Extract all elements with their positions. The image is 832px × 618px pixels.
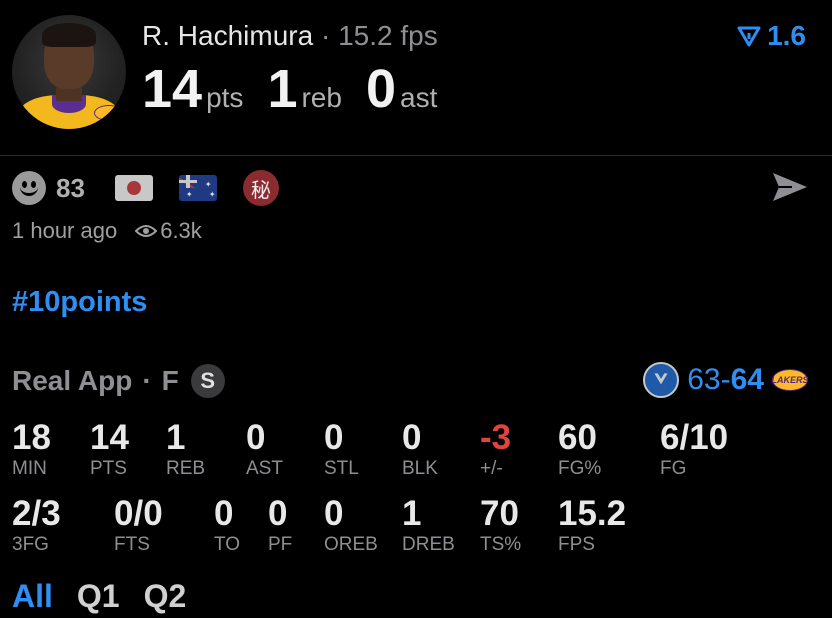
player-avatar[interactable] (12, 15, 126, 129)
source-name[interactable]: Real App (12, 365, 132, 397)
period-tabs: All Q1 Q2 (12, 578, 186, 615)
stat-stl: 0 STL (324, 420, 359, 480)
headline-stats: 14 pts 1 reb 0 ast (142, 58, 461, 120)
secret-badge-icon[interactable]: 秘 (242, 170, 279, 206)
tab-q1[interactable]: Q1 (77, 578, 120, 615)
player-name-line: R. Hachimura · 15.2 fps (142, 20, 438, 52)
s-badge[interactable]: S (190, 364, 225, 398)
pts-value: 14 (142, 59, 203, 119)
stat-label: 3FG (12, 534, 49, 555)
hashtag-link[interactable]: #10points (12, 286, 147, 319)
stat-label: +/- (480, 458, 503, 479)
pts-label: pts (206, 82, 244, 113)
player-fps: 15.2 fps (338, 20, 438, 51)
stat-label: OREB (324, 534, 378, 555)
stat-value: 14 (90, 418, 129, 457)
player-header: R. Hachimura · 15.2 fps 14 pts 1 reb 0 ast 1.… (0, 0, 832, 155)
stat-label: DREB (402, 534, 455, 555)
reaction-count: 83 (56, 172, 85, 203)
rating-badge[interactable]: 1.6 (737, 20, 806, 52)
away-score: 63 (687, 363, 721, 396)
stat-value: 15.2 (558, 494, 627, 533)
post-time: 1 hour ago (12, 218, 118, 243)
stat-min: 18 MIN (12, 420, 51, 480)
post-meta: 1 hour ago 6.3k (12, 218, 202, 244)
tab-q2[interactable]: Q2 (144, 578, 187, 615)
stat-value: 2/3 (12, 494, 61, 533)
stat-label: PTS (90, 458, 127, 479)
stat-label: PF (268, 534, 293, 555)
stat-ts: 70 TS% (480, 496, 521, 556)
stat-fg: 60 FG% (558, 420, 601, 480)
stat-plus-minus: -3 +/- (480, 420, 511, 480)
reb-label: reb (301, 82, 342, 113)
reactions-row: 83 ✦ ✦ ✦ 秘 (12, 170, 279, 206)
score-dash: - (720, 363, 731, 396)
japan-flag-icon[interactable] (114, 175, 153, 201)
tab-all[interactable]: All (12, 578, 53, 615)
stat-value: 60 (558, 418, 597, 457)
home-score: 64 (730, 363, 764, 396)
stat-fg: 6/10 FG (660, 420, 728, 480)
stat-oreb: 0 OREB (324, 496, 378, 556)
stat-blk: 0 BLK (402, 420, 438, 480)
stat-value: 70 (480, 494, 519, 533)
stat-pf: 0 PF (268, 496, 292, 556)
stat-value: 0/0 (114, 494, 163, 533)
ast-value: 0 (365, 59, 396, 119)
australia-flag-icon[interactable]: ✦ ✦ ✦ (178, 175, 217, 201)
stat-reb: 1 REB (166, 420, 205, 480)
stat-ast: 0 AST (246, 420, 283, 480)
stat-value: 1 (166, 418, 186, 457)
stat-label: FTS (114, 534, 150, 555)
smiley-icon[interactable] (12, 171, 46, 205)
lakers-logo-icon: LAKERS (772, 369, 809, 391)
stat-value: 6/10 (660, 418, 729, 457)
stat-label: FPS (558, 534, 595, 555)
stat-value: 0 (214, 494, 234, 533)
game-source-row: Real App · F S (12, 364, 225, 398)
stat-label: AST (246, 458, 283, 479)
game-score[interactable]: 63 - 64 LAKERS (643, 362, 809, 398)
stat-value: 0 (246, 418, 266, 457)
header-divider (0, 155, 832, 156)
reb-value: 1 (267, 59, 298, 119)
ast-label: ast (400, 82, 438, 113)
source-separator: · (142, 365, 152, 396)
stat-value: 0 (402, 418, 422, 457)
stat-value: 0 (268, 494, 288, 533)
lakers-logo-icon (94, 105, 124, 121)
stat-value: 1 (402, 494, 422, 533)
view-count: 6.3k (160, 218, 202, 243)
filter-v-icon (737, 26, 761, 47)
stat-fts: 0/0 FTS (114, 496, 163, 556)
name-separator: · (320, 20, 331, 51)
stat-value: 0 (324, 418, 344, 457)
stat-label: REB (166, 458, 206, 479)
stat-3fg: 2/3 3FG (12, 496, 61, 556)
stat-label: TO (214, 534, 241, 555)
eye-icon (135, 225, 158, 237)
stat-fps: 15.2 FPS (558, 496, 626, 556)
stat-label: BLK (402, 458, 438, 479)
stat-pts: 14 PTS (90, 420, 129, 480)
player-name[interactable]: R. Hachimura (142, 20, 313, 51)
stat-value: 18 (12, 418, 51, 457)
stat-to: 0 TO (214, 496, 240, 556)
stat-label: STL (324, 458, 359, 479)
mavericks-logo-icon (643, 362, 680, 398)
stat-dreb: 1 DREB (402, 496, 455, 556)
stat-label: TS% (480, 534, 522, 555)
stat-label: FG% (558, 458, 602, 479)
game-status: F (161, 365, 179, 396)
rating-value: 1.6 (767, 20, 806, 51)
stat-value: 0 (324, 494, 344, 533)
stat-label: MIN (12, 458, 47, 479)
stat-value: -3 (480, 418, 512, 457)
share-icon[interactable] (770, 170, 810, 204)
stat-label: FG (660, 458, 687, 479)
avatar-hair (42, 23, 96, 47)
